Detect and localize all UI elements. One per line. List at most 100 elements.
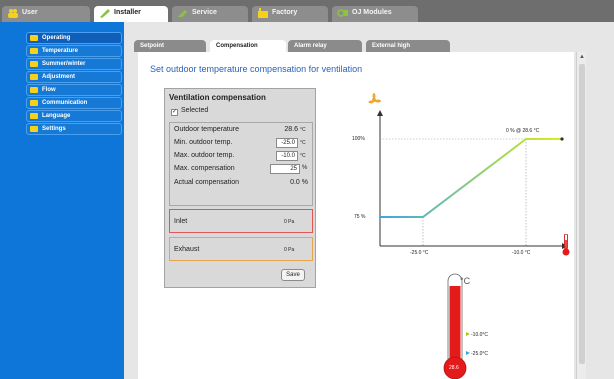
sidebar-item-label: Summer/winter — [42, 61, 86, 67]
adjust-icon — [30, 74, 38, 80]
page-title: Set outdoor temperature compensation for… — [150, 64, 363, 74]
max-outdoor-input[interactable]: -10.0 — [276, 151, 298, 161]
y-bottom-label: 75 % — [354, 214, 366, 220]
marker-low-icon — [466, 351, 470, 355]
parameters-group: Outdoor temperature 28.6 °C Min. outdoor… — [169, 122, 313, 206]
max-outdoor-row: Max. outdoor temp. -10.0 °C — [174, 151, 310, 163]
sidebar-item-operating[interactable]: Operating — [26, 32, 122, 44]
sidebar-item-label: Temperature — [42, 48, 78, 54]
max-comp-row: Max. compensation 25 % — [174, 164, 310, 176]
ventilation-compensation-panel: Ventilation compensation ✓ Selected Outdo… — [164, 88, 316, 288]
main-area: Setpoint Compensation Alarm relay Extern… — [124, 22, 614, 379]
flow-icon — [30, 87, 38, 93]
fan-icon — [368, 93, 381, 104]
min-outdoor-label: Min. outdoor temp. — [174, 139, 233, 146]
selected-label: Selected — [181, 107, 209, 114]
point-label: 0 % @ 28.6 °C — [506, 128, 540, 134]
wrench-icon — [99, 8, 111, 18]
tab-external-high[interactable]: External high — [366, 40, 450, 52]
min-outdoor-row: Min. outdoor temp. -25.0 °C — [174, 138, 310, 150]
tab-compensation[interactable]: Compensation — [210, 40, 286, 52]
exhaust-value: 0 Pa — [284, 247, 295, 253]
tab-installer[interactable]: Installer — [94, 6, 168, 22]
tab-user[interactable]: User — [2, 6, 90, 22]
tab-service-label: Service — [192, 9, 217, 16]
actual-comp-row: Actual compensation 0.0 % — [174, 179, 310, 190]
outdoor-temp-label: Outdoor temperature — [174, 126, 239, 133]
thermometer-graphic — [443, 273, 470, 379]
selected-row: ✓ Selected — [171, 107, 208, 116]
top-tab-bar: User Installer Service Factory OJ Module… — [0, 0, 614, 22]
sidebar-item-label: Communication — [42, 100, 88, 106]
inlet-value: 0 Pa — [284, 219, 295, 225]
panel-title: Ventilation compensation — [169, 93, 266, 102]
min-outdoor-input[interactable]: -25.0 — [276, 138, 298, 148]
outdoor-temp-row: Outdoor temperature 28.6 °C — [174, 126, 310, 137]
modules-icon — [337, 8, 349, 18]
sidebar-item-adjustment[interactable]: Adjustment — [26, 71, 122, 83]
settings-icon — [30, 126, 38, 132]
marker-low-label: -25.0°C — [471, 351, 489, 357]
selected-checkbox[interactable]: ✓ — [171, 109, 178, 116]
sidebar-item-settings[interactable]: Settings — [26, 123, 122, 135]
sidebar-item-summer-winter[interactable]: Summer/winter — [26, 58, 122, 70]
graph-canvas — [368, 93, 568, 249]
scrollbar[interactable]: ▲ — [576, 52, 586, 379]
tab-alarm-relay[interactable]: Alarm relay — [288, 40, 362, 52]
tab-external-high-label: External high — [372, 43, 411, 49]
tab-factory-label: Factory — [272, 9, 298, 16]
tab-service[interactable]: Service — [172, 6, 248, 22]
thermometer-icon — [30, 48, 38, 54]
sidebar-item-label: Language — [42, 113, 71, 119]
thermometer-value: 28.6 — [449, 365, 459, 371]
marker-high-label: -10.0°C — [471, 332, 489, 338]
sidebar-item-label: Flow — [42, 87, 56, 93]
user-icon — [7, 8, 19, 18]
x-right-label: -10.0 °C — [512, 250, 531, 256]
tab-oj-modules[interactable]: OJ Modules — [332, 6, 418, 22]
sidebar-item-language[interactable]: Language — [26, 110, 122, 122]
scroll-thumb[interactable] — [579, 64, 585, 364]
sidebar-menu: Operating Temperature Summer/winter Adju… — [26, 32, 122, 136]
max-comp-label: Max. compensation — [174, 165, 235, 172]
sun-icon — [30, 61, 38, 67]
small-thermometer-icon — [562, 234, 570, 256]
tab-installer-label: Installer — [114, 9, 141, 16]
save-button[interactable]: Save — [281, 269, 305, 281]
y-top-label: 100% — [352, 136, 365, 142]
thermometer-unit: °C — [460, 276, 471, 286]
sidebar-item-flow[interactable]: Flow — [26, 84, 122, 96]
outdoor-temp-unit: °C — [300, 127, 306, 133]
tab-oj-modules-label: OJ Modules — [352, 9, 392, 16]
tab-alarm-relay-label: Alarm relay — [294, 43, 327, 49]
exhaust-status: Exhaust 0 Pa — [169, 237, 313, 261]
actual-comp-label: Actual compensation — [174, 179, 239, 186]
max-comp-unit: % — [302, 165, 308, 171]
tab-setpoint[interactable]: Setpoint — [134, 40, 206, 52]
min-outdoor-unit: °C — [300, 140, 306, 146]
sidebar-item-label: Settings — [42, 126, 66, 132]
compensation-curve — [380, 138, 562, 218]
sidebar-item-temperature[interactable]: Temperature — [26, 45, 122, 57]
max-comp-input[interactable]: 25 — [270, 164, 300, 174]
scroll-up-icon[interactable]: ▲ — [579, 54, 585, 60]
language-icon — [30, 113, 38, 119]
network-icon — [30, 100, 38, 106]
sidebar-item-label: Operating — [42, 35, 71, 41]
sidebar-item-communication[interactable]: Communication — [26, 97, 122, 109]
x-left-label: -25.0 °C — [410, 250, 429, 256]
tab-setpoint-label: Setpoint — [140, 43, 164, 49]
sidebar: Operating Temperature Summer/winter Adju… — [0, 22, 124, 379]
y-axis-arrow — [377, 110, 383, 116]
max-outdoor-unit: °C — [300, 153, 306, 159]
tab-compensation-label: Compensation — [216, 43, 258, 49]
tab-factory[interactable]: Factory — [252, 6, 328, 22]
actual-comp-value: 0.0 % — [290, 179, 308, 186]
sidebar-item-label: Adjustment — [42, 74, 75, 80]
outdoor-temp-value: 28.6 — [284, 126, 298, 133]
content-area: Set outdoor temperature compensation for… — [138, 52, 574, 379]
operating-icon — [30, 35, 38, 41]
exhaust-label: Exhaust — [174, 246, 200, 253]
inlet-label: Inlet — [174, 218, 188, 225]
tab-user-label: User — [22, 9, 38, 16]
